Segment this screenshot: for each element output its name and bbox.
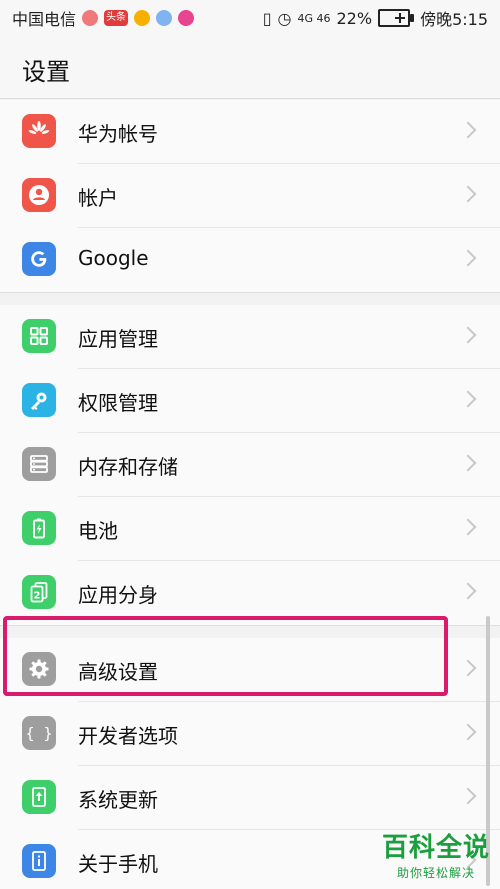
- settings-item-app-management[interactable]: 应用管理: [0, 305, 500, 369]
- settings-item-huawei-id[interactable]: 华为帐号: [0, 100, 500, 164]
- status-bar: 中国电信 头条 ▯ ◷ 4G 46 22% 傍晚5:15: [0, 0, 500, 36]
- chevron-right-icon: [459, 454, 477, 472]
- settings-item-label: 应用分身: [78, 583, 158, 607]
- settings-item-system-update[interactable]: 系统更新: [0, 766, 500, 830]
- settings-group-device: 应用管理 权限管理 内存和存储 电池 2 应用分身: [0, 305, 500, 626]
- settings-item-account[interactable]: 帐户: [0, 164, 500, 228]
- carrier-name: 中国电信: [12, 10, 77, 29]
- weibo-notification-icon: [82, 10, 99, 26]
- chevron-right-icon: [459, 659, 477, 677]
- chevron-right-icon: [459, 787, 477, 805]
- app-notification-icon: [134, 10, 151, 26]
- status-right: ▯ ◷ 4G 46 22% 傍晚5:15: [257, 6, 500, 30]
- settings-item-label: 高级设置: [78, 660, 158, 684]
- chevron-right-icon: [459, 121, 477, 139]
- chevron-right-icon: [459, 582, 477, 600]
- status-left: 中国电信 头条: [0, 6, 195, 30]
- chevron-right-icon: [459, 185, 477, 203]
- settings-item-label: 系统更新: [78, 788, 158, 812]
- chevron-right-icon: [459, 326, 477, 344]
- page-title: 设置: [22, 58, 70, 86]
- chevron-right-icon: [459, 518, 477, 536]
- settings-group-account: 华为帐号 帐户 Google: [0, 100, 500, 293]
- settings-item-app-twin[interactable]: 2 应用分身: [0, 561, 500, 625]
- settings-item-label: 华为帐号: [78, 122, 158, 146]
- group-gap: [0, 293, 500, 305]
- settings-item-permissions[interactable]: 权限管理: [0, 369, 500, 433]
- settings-item-label: 应用管理: [78, 327, 158, 351]
- settings-item-battery[interactable]: 电池: [0, 497, 500, 561]
- browser-notification-icon: [156, 10, 173, 26]
- alarm-icon: ◷: [277, 8, 292, 28]
- video-notification-icon: [178, 10, 195, 26]
- settings-item-label: 帐户: [78, 186, 118, 210]
- signal-icon: 4G 46: [297, 11, 331, 25]
- braces-icon: { }: [22, 716, 56, 750]
- key-icon: [22, 383, 56, 417]
- svg-text:{ }: { }: [27, 725, 51, 743]
- settings-item-label: 开发者选项: [78, 724, 178, 748]
- huawei-logo-icon: [22, 114, 56, 148]
- toutiao-notification-icon: 头条: [104, 10, 129, 26]
- about-phone-icon: [22, 844, 56, 878]
- status-time: 傍晚5:15: [420, 10, 488, 29]
- storage-icon: [22, 447, 56, 481]
- battery-icon: [378, 9, 415, 27]
- settings-item-google[interactable]: Google: [0, 228, 500, 292]
- settings-item-storage[interactable]: 内存和存储: [0, 433, 500, 497]
- settings-screen: 中国电信 头条 ▯ ◷ 4G 46 22% 傍晚5:15 设置 华为帐号 帐户 …: [0, 0, 500, 889]
- header: 设置: [0, 36, 500, 99]
- svg-text:2: 2: [34, 591, 41, 602]
- apps-grid-icon: [22, 319, 56, 353]
- settings-item-label: 关于手机: [78, 852, 158, 876]
- settings-item-developer-options[interactable]: { } 开发者选项: [0, 702, 500, 766]
- settings-item-label: Google: [78, 246, 149, 270]
- battery-percent: 22%: [336, 8, 373, 28]
- gear-icon: [22, 652, 56, 686]
- account-icon: [22, 178, 56, 212]
- chevron-right-icon: [459, 390, 477, 408]
- settings-item-label: 电池: [78, 519, 118, 543]
- watermark: 百科全说 助你轻松解决: [382, 827, 490, 881]
- chevron-right-icon: [459, 723, 477, 741]
- system-update-icon: [22, 780, 56, 814]
- settings-list: 华为帐号 帐户 Google 应用管理 权限管理 内存和存储 电池 2 应用分身…: [0, 100, 500, 889]
- watermark-sub: 助你轻松解决: [396, 866, 475, 880]
- battery-icon: [22, 511, 56, 545]
- app-twin-icon: 2: [22, 575, 56, 609]
- vibrate-icon: ▯: [262, 8, 272, 28]
- google-icon: [22, 242, 56, 276]
- settings-item-label: 权限管理: [78, 391, 158, 415]
- chevron-right-icon: [459, 249, 477, 267]
- watermark-main: 百科全说: [381, 832, 490, 862]
- group-gap: [0, 626, 500, 638]
- settings-item-advanced-settings[interactable]: 高级设置: [0, 638, 500, 702]
- settings-item-label: 内存和存储: [78, 455, 178, 479]
